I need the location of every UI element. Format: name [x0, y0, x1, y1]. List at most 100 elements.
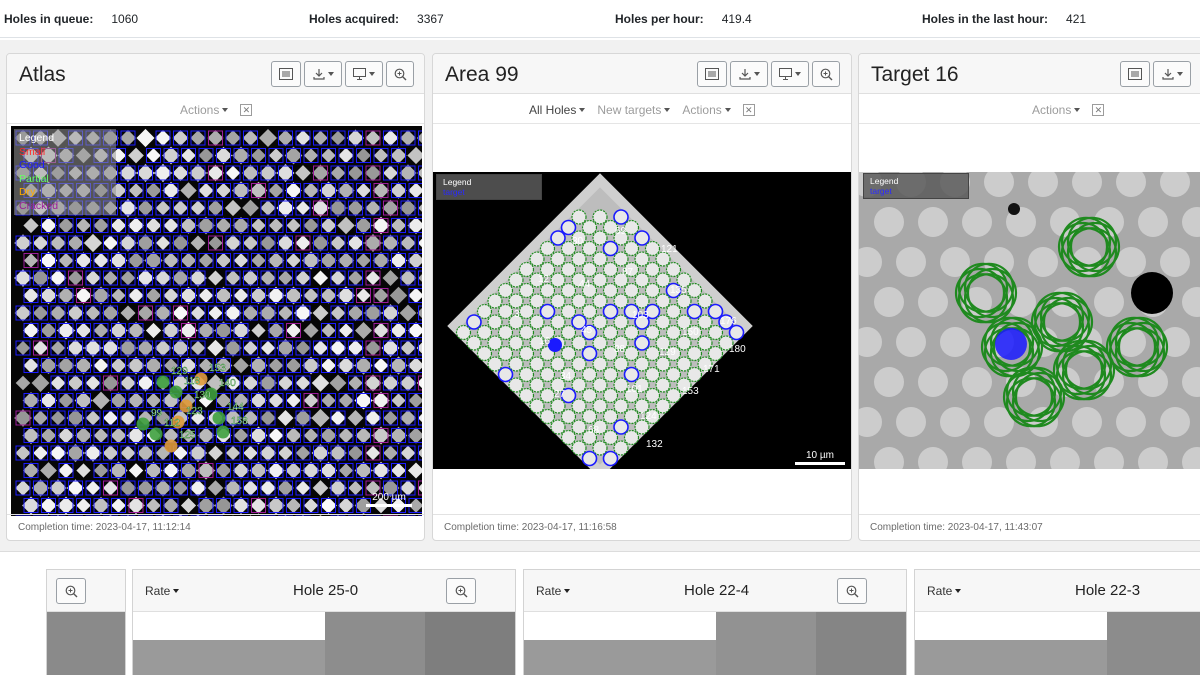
hole-zoom-button[interactable]: [837, 578, 867, 604]
grid-square: [364, 374, 382, 392]
grid-square: [295, 445, 311, 461]
hole-marker: [487, 293, 503, 309]
grid-square: [172, 304, 189, 322]
area-actions-menu[interactable]: Actions: [682, 103, 731, 117]
hole-marker: [571, 293, 587, 309]
grid-square: [224, 304, 242, 322]
grid-square: [232, 216, 250, 235]
grid-square: [303, 287, 319, 304]
grid-square: [330, 130, 346, 146]
grid-square: [268, 148, 284, 163]
atlas-image[interactable]: 129 153 118 140 130 144 99 123 158 112 125 Legend …: [11, 126, 422, 516]
atlas-actions-menu[interactable]: Actions: [180, 103, 229, 117]
hole-image[interactable]: [524, 640, 716, 675]
target-map[interactable]: [859, 172, 1200, 469]
selected-square-marker: [216, 425, 230, 439]
hole-image[interactable]: [325, 612, 425, 675]
target-actions-menu[interactable]: Actions: [1032, 103, 1081, 117]
area-display-button[interactable]: [771, 61, 809, 87]
grid-square: [347, 234, 364, 252]
hole-marker: [644, 366, 661, 383]
hole-background: [918, 367, 948, 397]
hole-marker: [560, 429, 577, 446]
grid-square: [277, 479, 294, 497]
hole-marker: [655, 398, 671, 414]
grid-square: [295, 130, 311, 146]
hole-number-label: 34: [560, 371, 572, 382]
rate-dropdown[interactable]: Rate: [145, 584, 180, 598]
hole-marker: [592, 377, 608, 393]
area-image[interactable]: 30 69 121 12 44 87 135 3 45 103 150 176 16 88 129 180 34…: [433, 172, 852, 469]
hole-number-label: 132: [646, 439, 663, 450]
grid-square: [346, 129, 365, 147]
area-title: Area 99: [445, 63, 519, 86]
grid-square: [294, 409, 312, 427]
area-download-button[interactable]: [730, 61, 768, 87]
hole-image[interactable]: [915, 640, 1107, 675]
target-download-button[interactable]: [1153, 61, 1191, 87]
hole-title: Hole 22-3: [1075, 582, 1141, 599]
hole-image[interactable]: [716, 612, 816, 675]
close-icon[interactable]: ✕: [1092, 104, 1105, 116]
grid-square: [356, 148, 371, 163]
grid-square: [382, 199, 399, 217]
grid-square: [93, 428, 109, 443]
monitor-icon: [353, 68, 366, 80]
area-zoom-button[interactable]: [812, 61, 840, 87]
atlas-download-button[interactable]: [304, 61, 342, 87]
grid-square: [364, 234, 382, 252]
atlas-zoom-button[interactable]: [386, 61, 414, 87]
close-icon[interactable]: ✕: [240, 104, 253, 116]
grid-square: [180, 217, 197, 234]
stat-holes-per-hour: Holes per hour: 419.4: [615, 12, 752, 26]
caret-down-icon: [222, 108, 229, 112]
hole-number-label: 16: [539, 336, 551, 347]
hole-image[interactable]: [1107, 612, 1200, 675]
grid-square: [172, 234, 189, 252]
area-new-targets-menu[interactable]: New targets: [597, 103, 671, 117]
hole-image[interactable]: [816, 612, 906, 675]
rate-dropdown[interactable]: Rate: [536, 584, 571, 598]
hole-marker: [623, 240, 640, 257]
square-number-label: 153: [209, 363, 226, 374]
close-icon[interactable]: ✕: [742, 104, 755, 116]
atlas-actions-bar: Actions ✕: [7, 95, 424, 124]
atlas-list-button[interactable]: [271, 61, 301, 87]
hole-image[interactable]: [425, 612, 515, 675]
area-all-holes-menu[interactable]: All Holes: [529, 103, 586, 117]
grid-square: [232, 462, 250, 479]
hole-marker: [592, 356, 608, 372]
hole-background: [896, 327, 926, 357]
grid-square: [67, 270, 84, 286]
grid-square: [66, 304, 85, 322]
grid-square: [208, 305, 223, 321]
hole-number-label: 150: [682, 327, 699, 338]
grid-square: [233, 253, 249, 268]
grid-square: [155, 200, 171, 216]
grid-square: [347, 165, 364, 181]
hole-image[interactable]: [47, 612, 125, 675]
area-map[interactable]: 30 69 121 12 44 87 135 3 45 103 150 176 16 88 129 180 34…: [433, 172, 852, 469]
grid-square: [276, 164, 295, 182]
area-list-button[interactable]: [697, 61, 727, 87]
grid-square: [49, 234, 67, 252]
atlas-display-button[interactable]: [345, 61, 383, 87]
target-image[interactable]: Legend target: [859, 172, 1200, 469]
grid-square: [259, 304, 277, 322]
hole-marker: [613, 293, 629, 309]
hole-marker: [686, 366, 703, 383]
hole-marker: [623, 366, 640, 383]
hole-marker: [602, 366, 619, 383]
hole-marker: [728, 324, 745, 341]
hole-marker: [560, 324, 577, 341]
hole-zoom-button[interactable]: [446, 578, 476, 604]
target-list-button[interactable]: [1120, 61, 1150, 87]
hole-image[interactable]: [133, 640, 325, 675]
grid-square: [295, 200, 311, 216]
selected-square-marker: [136, 417, 150, 431]
hole-marker: [644, 282, 661, 299]
hole-zoom-button[interactable]: [56, 578, 86, 604]
hole-marker: [560, 408, 577, 425]
rate-dropdown[interactable]: Rate: [927, 584, 962, 598]
grid-square: [188, 163, 208, 183]
